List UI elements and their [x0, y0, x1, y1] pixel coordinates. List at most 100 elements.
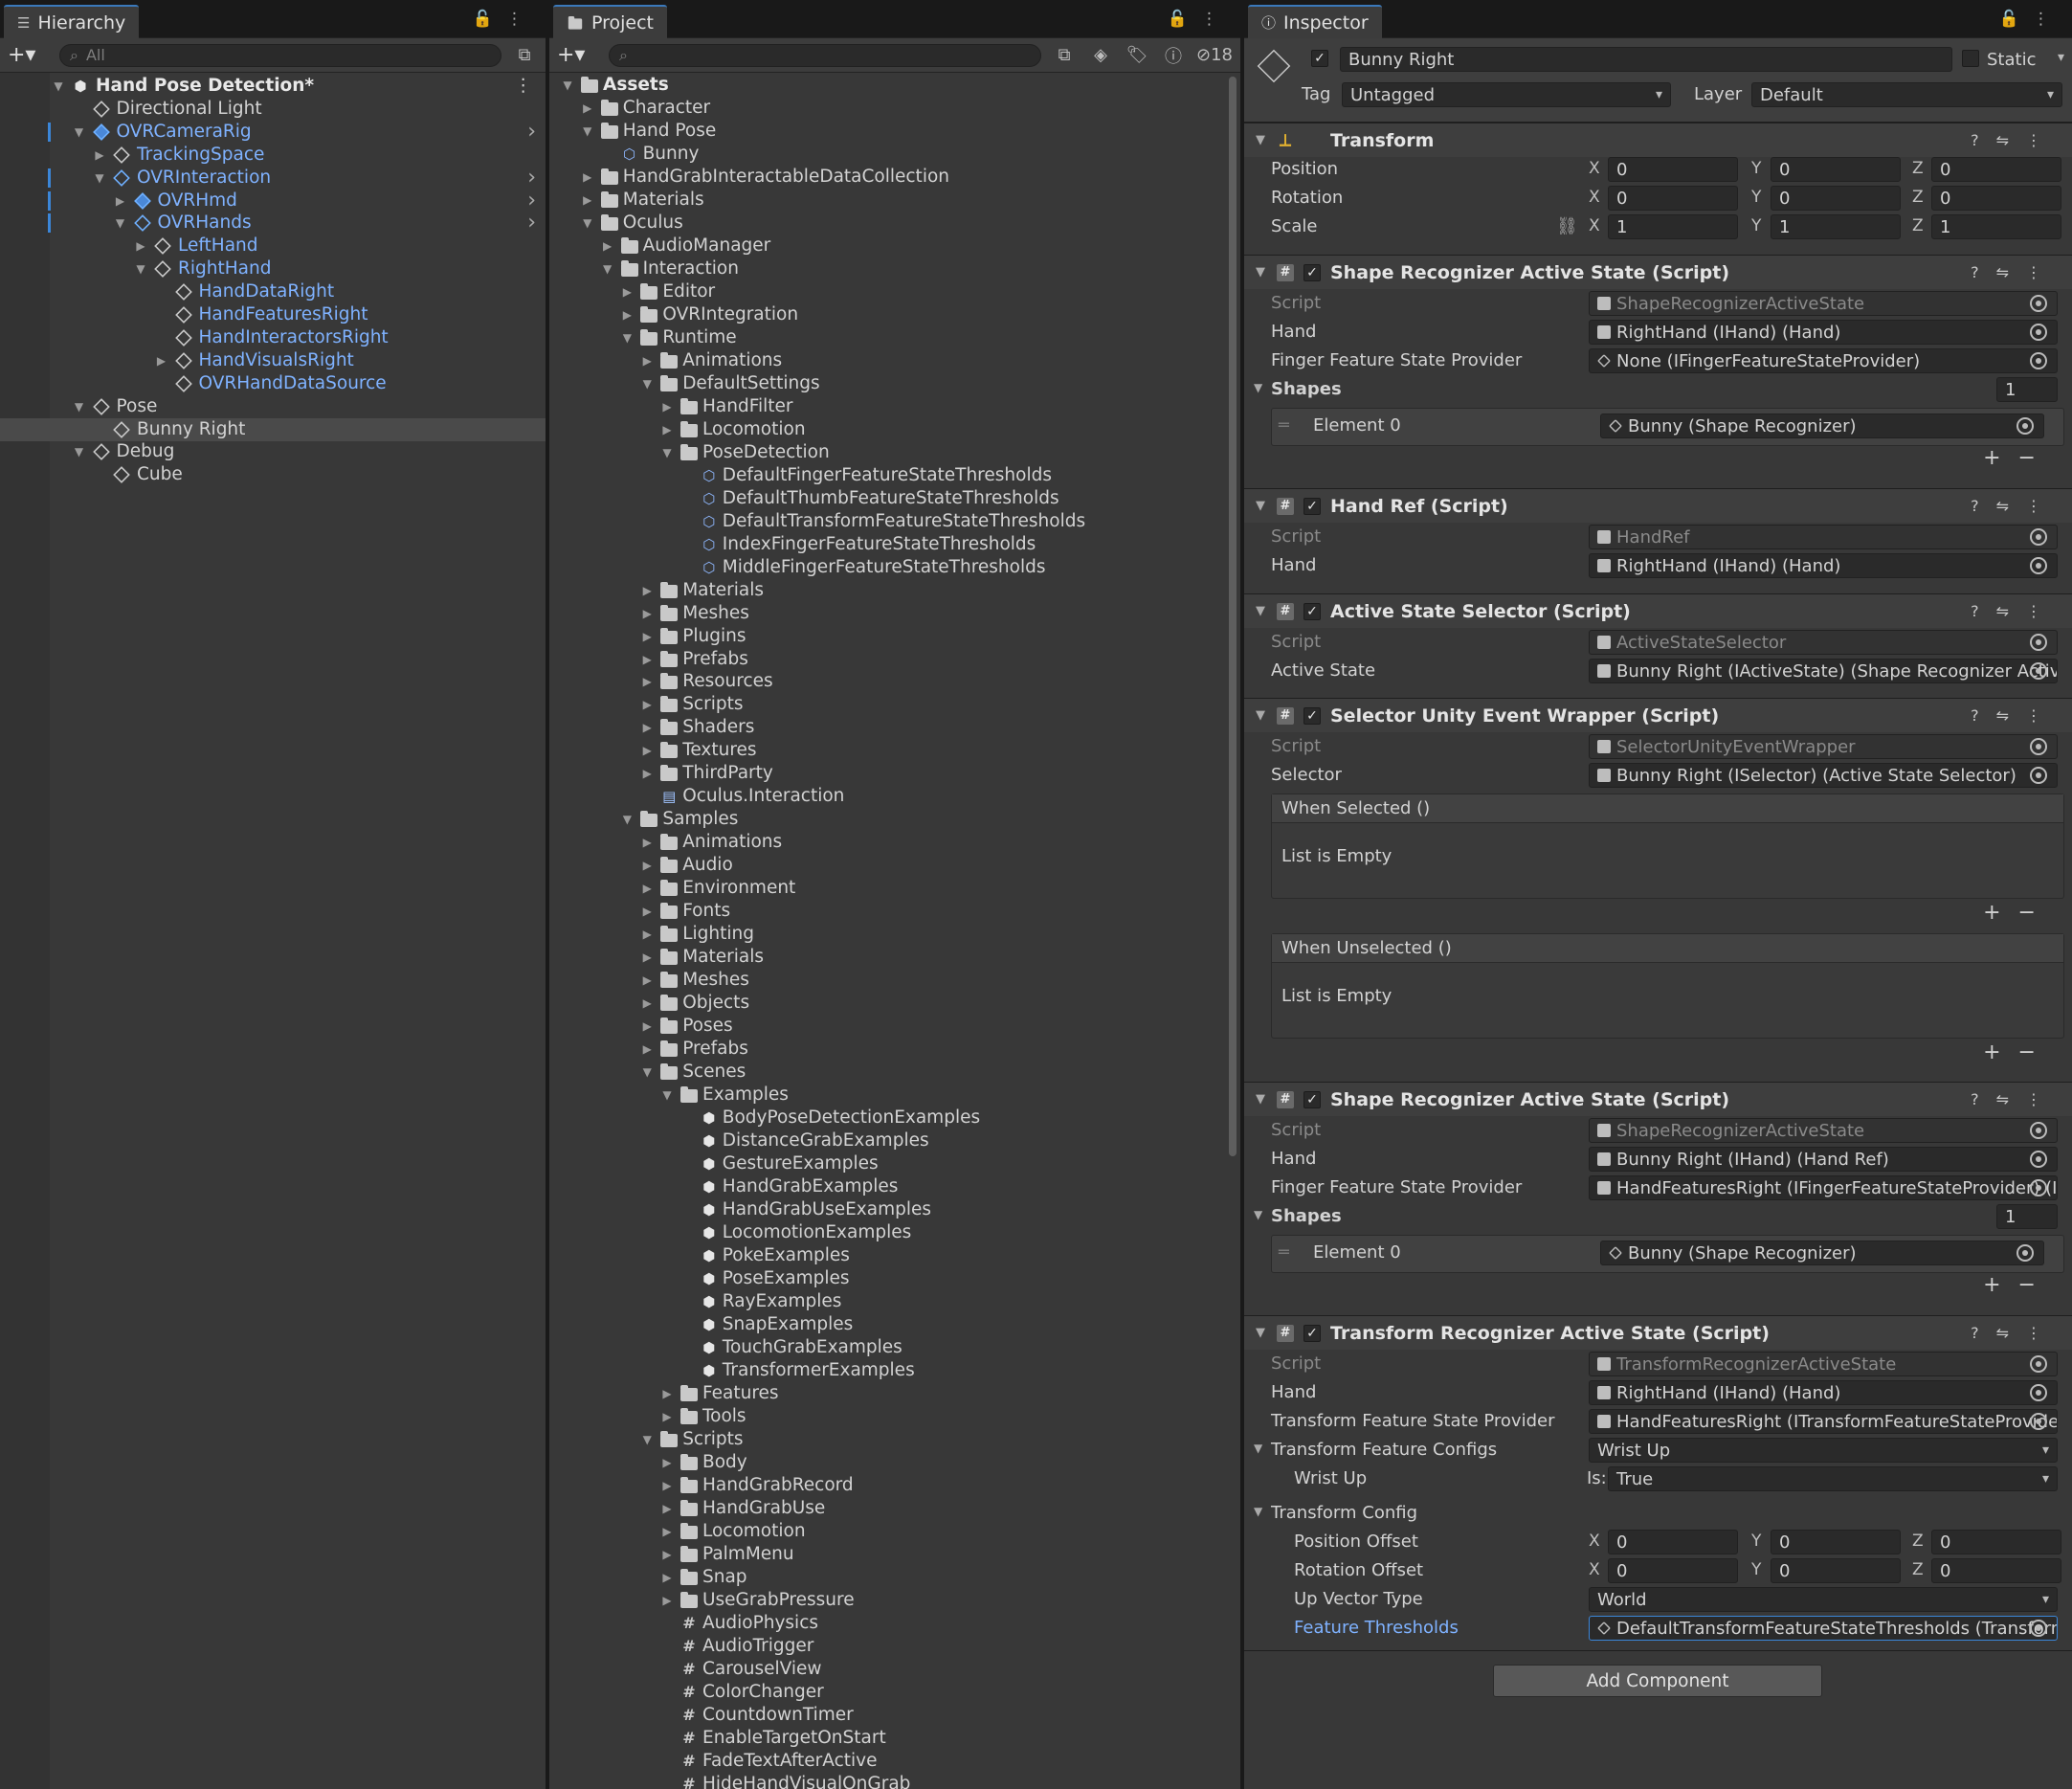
project-row[interactable]: ⬢ RayExamples	[549, 1290, 1227, 1313]
object-picker-icon[interactable]	[2030, 767, 2047, 784]
collapse-arrow-icon[interactable]: ▶	[640, 900, 654, 923]
project-row[interactable]: ▶ Poses	[549, 1015, 1227, 1038]
project-row[interactable]: ▶ HandFilter	[549, 395, 1227, 418]
hierarchy-row[interactable]: ▼ Debug	[0, 440, 546, 463]
collapse-arrow-icon[interactable]: ▶	[640, 602, 654, 625]
hierarchy-row[interactable]: ▼ ⬢ Hand Pose Detection* ⋮	[0, 75, 546, 98]
more-menu-icon[interactable]: ⋮	[2033, 10, 2062, 29]
collapse-arrow-icon[interactable]: ▶	[660, 1474, 674, 1497]
object-picker-icon[interactable]	[2030, 324, 2047, 341]
collapse-arrow-icon[interactable]: ▶	[93, 144, 106, 167]
component-enabled-checkbox[interactable]: ✓	[1303, 602, 1321, 620]
expand-arrow-icon[interactable]: ▼	[73, 395, 86, 418]
expand-arrow-icon[interactable]: ▼	[73, 440, 86, 463]
collapse-arrow-icon[interactable]: ▶	[660, 1405, 674, 1428]
project-row[interactable]: ▶ Audio	[549, 854, 1227, 877]
project-row[interactable]: ▶ Meshes	[549, 602, 1227, 625]
expand-arrow-icon[interactable]: ▼	[581, 212, 594, 235]
collapse-arrow-icon[interactable]: ▶	[640, 349, 654, 372]
position-z-field[interactable]: 0	[1931, 157, 2061, 182]
project-row[interactable]: ▶ Fonts	[549, 900, 1227, 923]
rotation-y-field[interactable]: 0	[1771, 186, 1901, 211]
project-row[interactable]: ▶ Materials	[549, 946, 1227, 969]
rotation-x-field[interactable]: 0	[1608, 186, 1738, 211]
object-picker-icon[interactable]	[2030, 738, 2047, 755]
collapse-arrow-icon[interactable]: ▶	[640, 739, 654, 762]
project-row[interactable]: ▶ Tools	[549, 1405, 1227, 1428]
collapse-arrow-icon[interactable]: ▶	[640, 693, 654, 716]
foldout-arrow-icon[interactable]: ▼	[1256, 133, 1265, 147]
project-row[interactable]: ⬡ Bunny	[549, 143, 1227, 166]
project-row[interactable]: ▼ Examples	[549, 1084, 1227, 1107]
project-row[interactable]: # ColorChanger	[549, 1681, 1227, 1704]
project-row[interactable]: ⬢ PoseExamples	[549, 1267, 1227, 1290]
hierarchy-row[interactable]: ▶ HandVisualsRight	[0, 349, 546, 372]
collapse-arrow-icon[interactable]: ▶	[620, 303, 634, 326]
project-row[interactable]: ▶ Shaders	[549, 716, 1227, 739]
project-row[interactable]: ▼ PoseDetection	[549, 441, 1227, 464]
hand-field[interactable]: RightHand (IHand) (Hand)	[1589, 553, 2058, 578]
collapse-arrow-icon[interactable]: ▶	[581, 166, 594, 189]
hierarchy-row[interactable]: Cube	[0, 463, 546, 486]
shapes-count-field[interactable]: 1	[1996, 1204, 2058, 1229]
project-row[interactable]: ⬢ BodyPoseDetectionExamples	[549, 1107, 1227, 1129]
project-row[interactable]: ▼ Runtime	[549, 326, 1227, 349]
project-row[interactable]: ▶ Plugins	[549, 625, 1227, 648]
transform-config-foldout-icon[interactable]: ▼	[1254, 1505, 1262, 1518]
component-header[interactable]: ▼ # ✓ Transform Recognizer Active State (Sc…	[1244, 1315, 2072, 1350]
project-row[interactable]: ⬢ GestureExamples	[549, 1152, 1227, 1175]
object-picker-icon[interactable]	[2016, 1244, 2034, 1262]
project-row[interactable]: ▼ Interaction	[549, 257, 1227, 280]
hierarchy-row[interactable]: ▶ LeftHand	[0, 235, 546, 257]
collapse-arrow-icon[interactable]: ▶	[660, 395, 674, 418]
collapse-arrow-icon[interactable]: ▶	[640, 854, 654, 877]
project-row[interactable]: ▶ AudioManager	[549, 235, 1227, 257]
lock-icon[interactable]: 🔓	[1999, 10, 2033, 29]
collapse-arrow-icon[interactable]: ▶	[640, 762, 654, 785]
component-actions[interactable]: ?⇋⋮	[1971, 131, 2059, 149]
object-picker-icon[interactable]	[2016, 417, 2034, 435]
project-row[interactable]: ⬡ DefaultThumbFeatureStateThresholds	[549, 487, 1227, 510]
drag-handle-icon[interactable]: ═	[1279, 415, 1289, 436]
tag-dropdown[interactable]: Untagged	[1342, 82, 1671, 107]
hierarchy-row[interactable]: Bunny Right	[0, 418, 546, 441]
project-row[interactable]: ▶ Materials	[549, 189, 1227, 212]
component-header[interactable]: ▼ # ✓ Active State Selector (Script) ?⇋⋮	[1244, 593, 2072, 628]
project-row[interactable]: ▶ OVRIntegration	[549, 303, 1227, 326]
project-row[interactable]: ▼ Scripts	[549, 1428, 1227, 1451]
project-row[interactable]: ⬡ DefaultFingerFeatureStateThresholds	[549, 464, 1227, 487]
selector-field[interactable]: Bunny Right (ISelector) (Active State Se…	[1589, 763, 2058, 788]
expand-arrow-icon[interactable]: ▼	[114, 212, 127, 235]
foldout-arrow-icon[interactable]: ▼	[1256, 1326, 1265, 1340]
foldout-arrow-icon[interactable]: ▼	[1256, 604, 1265, 618]
collapse-arrow-icon[interactable]: ▶	[114, 190, 127, 212]
expand-arrow-icon[interactable]: ▼	[52, 75, 65, 98]
expand-arrow-icon[interactable]: ▼	[640, 1061, 654, 1084]
project-row[interactable]: ⬡ IndexFingerFeatureStateThresholds	[549, 533, 1227, 556]
search-by-type-icon[interactable]: ⧉	[1051, 45, 1078, 65]
collapse-arrow-icon[interactable]: ▶	[640, 1038, 654, 1061]
component-enabled-checkbox[interactable]: ✓	[1303, 263, 1321, 281]
project-row[interactable]: ▶ Body	[549, 1451, 1227, 1474]
hierarchy-row[interactable]: HandFeaturesRight	[0, 303, 546, 326]
project-row[interactable]: ▤ Oculus.Interaction	[549, 785, 1227, 808]
component-header[interactable]: ▼ # ✓ Shape Recognizer Active State (Script…	[1244, 1082, 2072, 1116]
foldout-arrow-icon[interactable]: ▼	[1256, 499, 1265, 513]
collapse-arrow-icon[interactable]: ▶	[640, 716, 654, 739]
project-row[interactable]: ▶ Resources	[549, 670, 1227, 693]
project-row[interactable]: ▶ Character	[549, 97, 1227, 120]
object-picker-icon[interactable]	[2030, 295, 2047, 312]
component-enabled-checkbox[interactable]: ✓	[1303, 1090, 1321, 1108]
project-row[interactable]: ⬢ DistanceGrabExamples	[549, 1129, 1227, 1152]
create-dropdown-button[interactable]: +▾	[8, 43, 50, 67]
project-row[interactable]: ⬢ TouchGrabExamples	[549, 1336, 1227, 1359]
project-row[interactable]: ▼ Hand Pose	[549, 120, 1227, 143]
expand-arrow-icon[interactable]: ▼	[561, 74, 574, 97]
expand-arrow-icon[interactable]: ▼	[581, 120, 594, 143]
finger-feature-provider-field[interactable]: None (IFingerFeatureStateProvider)	[1589, 348, 2058, 373]
hierarchy-row[interactable]: HandInteractorsRight	[0, 326, 546, 349]
position-offset-y-field[interactable]: 0	[1771, 1530, 1901, 1554]
object-picker-icon[interactable]	[2030, 662, 2047, 680]
gameobject-name-field[interactable]: Bunny Right	[1340, 47, 1952, 72]
project-row[interactable]: ▼ DefaultSettings	[549, 372, 1227, 395]
